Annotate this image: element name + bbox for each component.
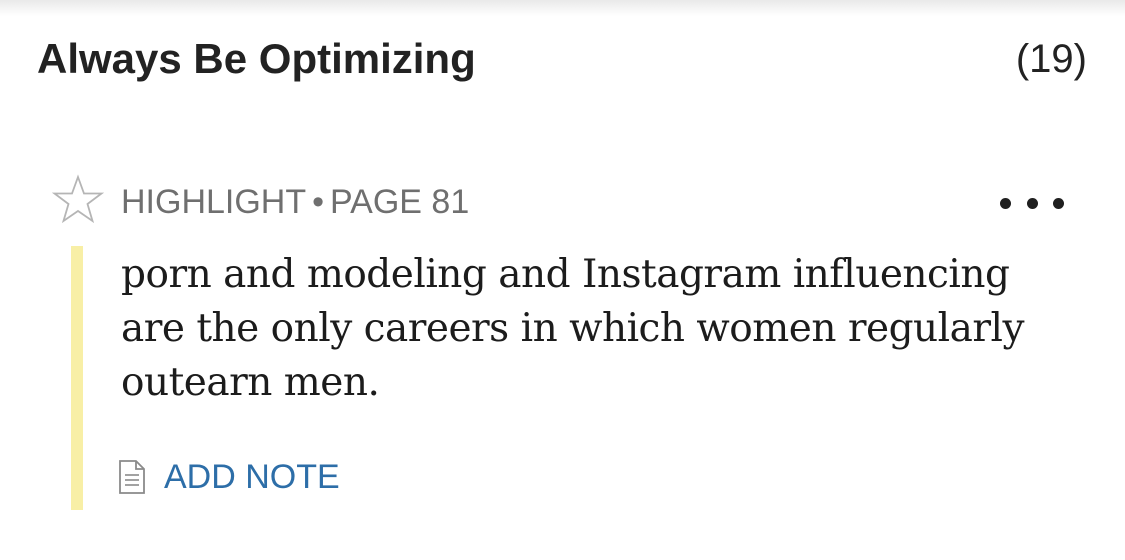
top-shadow bbox=[0, 0, 1125, 16]
highlight-meta: HIGHLIGHT • PAGE 81 bbox=[121, 180, 469, 224]
meta-separator: • bbox=[312, 183, 325, 221]
highlight-text[interactable]: porn and modeling and Instagram influenc… bbox=[121, 248, 1081, 410]
highlight-color-bar bbox=[71, 246, 83, 510]
chapter-title: Always Be Optimizing bbox=[37, 35, 476, 82]
page-label: PAGE 81 bbox=[330, 183, 470, 221]
add-note-label: ADD NOTE bbox=[164, 458, 340, 496]
more-dot bbox=[1000, 197, 1011, 209]
more-dot bbox=[1053, 197, 1064, 209]
notebook-page: Always Be Optimizing (19) HIGHLIGHT • PAGE… bbox=[0, 0, 1125, 560]
star-outline-icon[interactable] bbox=[52, 174, 104, 226]
more-dot bbox=[1026, 197, 1038, 209]
add-note-button[interactable]: ADD NOTE bbox=[118, 452, 340, 502]
highlight-type-label: HIGHLIGHT bbox=[121, 183, 307, 221]
more-options-icon[interactable] bbox=[996, 186, 1068, 220]
chapter-highlight-count: (19) bbox=[1015, 37, 1087, 81]
document-icon bbox=[119, 460, 145, 494]
